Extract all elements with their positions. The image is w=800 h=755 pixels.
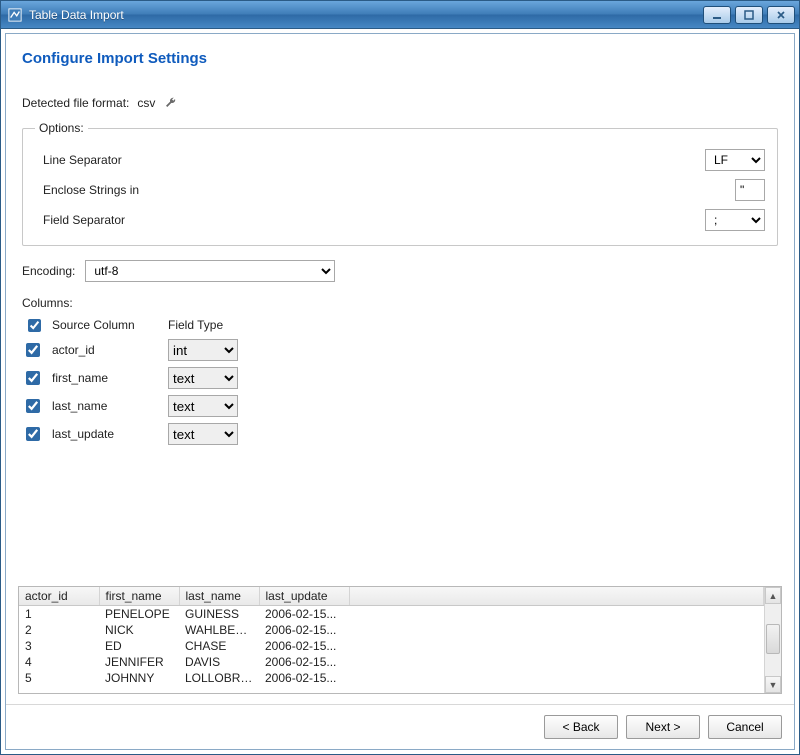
table-cell: JOHNNY bbox=[99, 670, 179, 686]
column-type-select[interactable]: text bbox=[168, 423, 238, 445]
line-separator-label: Line Separator bbox=[35, 153, 705, 167]
table-cell: 2006-02-15... bbox=[259, 606, 349, 623]
client-area: Configure Import Settings Detected file … bbox=[5, 33, 795, 750]
options-group: Options: Line Separator LF Enclose Strin… bbox=[22, 121, 778, 246]
column-type-select[interactable]: int bbox=[168, 339, 238, 361]
column-checkbox[interactable] bbox=[26, 427, 40, 441]
preview-column-header[interactable]: actor_id bbox=[19, 587, 99, 606]
column-row: last_update text bbox=[22, 420, 782, 448]
table-cell: CHASE bbox=[179, 638, 259, 654]
column-name: last_name bbox=[52, 399, 162, 413]
table-row[interactable]: 2NICKWAHLBERG2006-02-15... bbox=[19, 622, 764, 638]
field-separator-label: Field Separator bbox=[35, 213, 705, 227]
detected-format-value: csv bbox=[137, 96, 155, 110]
table-cell: 1 bbox=[19, 606, 99, 623]
enclose-strings-label: Enclose Strings in bbox=[35, 183, 735, 197]
table-cell: GUINESS bbox=[179, 606, 259, 623]
table-row[interactable]: 4JENNIFERDAVIS2006-02-15... bbox=[19, 654, 764, 670]
preview-column-header-fill bbox=[349, 587, 764, 606]
window-controls bbox=[703, 6, 799, 24]
table-row[interactable]: 5JOHNNYLOLLOBRIG...2006-02-15... bbox=[19, 670, 764, 686]
column-name: last_update bbox=[52, 427, 162, 441]
scroll-thumb[interactable] bbox=[766, 624, 780, 654]
cancel-button[interactable]: Cancel bbox=[708, 715, 782, 739]
wrench-icon[interactable] bbox=[163, 95, 179, 111]
detected-format-row: Detected file format: csv bbox=[22, 95, 782, 111]
table-cell: 4 bbox=[19, 654, 99, 670]
detected-format-label: Detected file format: bbox=[22, 96, 129, 110]
encoding-label: Encoding: bbox=[22, 264, 75, 278]
column-name: actor_id bbox=[52, 343, 162, 357]
preview-column-header[interactable]: last_update bbox=[259, 587, 349, 606]
columns-header-source: Source Column bbox=[52, 318, 162, 332]
column-checkbox[interactable] bbox=[26, 343, 40, 357]
column-checkbox[interactable] bbox=[26, 371, 40, 385]
table-cell: 5 bbox=[19, 670, 99, 686]
table-cell: DAVIS bbox=[179, 654, 259, 670]
table-cell: NICK bbox=[99, 622, 179, 638]
preview-scrollbar[interactable]: ▲ ▼ bbox=[764, 587, 781, 693]
field-separator-select[interactable]: ; bbox=[705, 209, 765, 231]
wizard-footer: < Back Next > Cancel bbox=[6, 704, 794, 749]
page-title: Configure Import Settings bbox=[22, 50, 782, 67]
scroll-up-arrow-icon[interactable]: ▲ bbox=[765, 587, 781, 604]
table-row[interactable]: 1PENELOPEGUINESS2006-02-15... bbox=[19, 606, 764, 623]
table-cell: 2006-02-15... bbox=[259, 670, 349, 686]
next-button[interactable]: Next > bbox=[626, 715, 700, 739]
encoding-select[interactable]: utf-8 bbox=[85, 260, 335, 282]
table-cell: WAHLBERG bbox=[179, 622, 259, 638]
titlebar[interactable]: Table Data Import bbox=[1, 1, 799, 29]
enclose-strings-input[interactable] bbox=[735, 179, 765, 201]
preview-table: actor_idfirst_namelast_namelast_update 1… bbox=[18, 586, 782, 694]
table-cell: LOLLOBRIG... bbox=[179, 670, 259, 686]
window-frame: Table Data Import Configure Import Setti… bbox=[0, 0, 800, 755]
columns-header: Source Column Field Type bbox=[22, 314, 782, 336]
columns-legend: Columns: bbox=[22, 296, 782, 310]
table-cell: 2006-02-15... bbox=[259, 622, 349, 638]
close-button[interactable] bbox=[767, 6, 795, 24]
table-cell: JENNIFER bbox=[99, 654, 179, 670]
columns-header-type: Field Type bbox=[168, 318, 248, 332]
options-legend: Options: bbox=[35, 121, 88, 135]
preview-column-header[interactable]: first_name bbox=[99, 587, 179, 606]
column-name: first_name bbox=[52, 371, 162, 385]
window-title: Table Data Import bbox=[29, 8, 703, 22]
app-icon bbox=[7, 7, 23, 23]
table-cell: 3 bbox=[19, 638, 99, 654]
maximize-button[interactable] bbox=[735, 6, 763, 24]
table-row[interactable]: 3EDCHASE2006-02-15... bbox=[19, 638, 764, 654]
line-separator-select[interactable]: LF bbox=[705, 149, 765, 171]
preview-column-header[interactable]: last_name bbox=[179, 587, 259, 606]
column-row: actor_id int bbox=[22, 336, 782, 364]
minimize-button[interactable] bbox=[703, 6, 731, 24]
table-cell: 2006-02-15... bbox=[259, 638, 349, 654]
column-row: last_name text bbox=[22, 392, 782, 420]
column-row: first_name text bbox=[22, 364, 782, 392]
column-checkbox[interactable] bbox=[26, 399, 40, 413]
columns-block: Columns: Source Column Field Type actor_… bbox=[22, 296, 782, 448]
scroll-down-arrow-icon[interactable]: ▼ bbox=[765, 676, 781, 693]
encoding-row: Encoding: utf-8 bbox=[22, 260, 782, 282]
column-type-select[interactable]: text bbox=[168, 367, 238, 389]
back-button[interactable]: < Back bbox=[544, 715, 618, 739]
table-cell: ED bbox=[99, 638, 179, 654]
scroll-track[interactable] bbox=[765, 604, 781, 676]
column-type-select[interactable]: text bbox=[168, 395, 238, 417]
columns-select-all[interactable] bbox=[26, 319, 43, 332]
table-cell: 2006-02-15... bbox=[259, 654, 349, 670]
table-cell: 2 bbox=[19, 622, 99, 638]
table-cell: PENELOPE bbox=[99, 606, 179, 623]
